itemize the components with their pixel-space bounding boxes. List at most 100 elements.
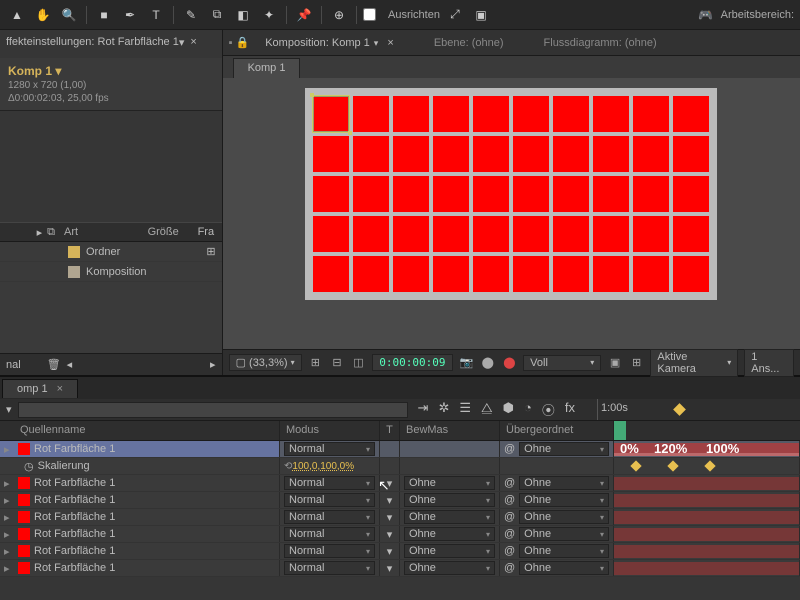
- col-size[interactable]: Größe: [148, 226, 198, 238]
- layer-square[interactable]: [673, 216, 709, 252]
- project-item-folder[interactable]: Ordner ⊞: [0, 242, 222, 262]
- layer-square[interactable]: [313, 216, 349, 252]
- layer-square[interactable]: [313, 256, 349, 292]
- quality-dropdown[interactable]: Voll▾: [523, 355, 601, 371]
- layer-square[interactable]: [553, 96, 589, 132]
- layer-square[interactable]: [633, 216, 669, 252]
- layer-square[interactable]: [473, 176, 509, 212]
- blend-mode-dropdown[interactable]: Normal▾: [284, 544, 375, 558]
- visibility-icon[interactable]: ▸: [4, 511, 14, 524]
- channel-icon[interactable]: ⬤: [480, 355, 496, 371]
- blend-mode-dropdown[interactable]: Normal▾: [284, 493, 375, 507]
- rect-tool[interactable]: ■: [93, 4, 115, 26]
- visibility-icon[interactable]: ▸: [4, 494, 14, 507]
- blend-mode-dropdown[interactable]: Normal▾: [284, 561, 375, 575]
- pickwhip-icon[interactable]: @: [504, 562, 515, 574]
- trackmatte-cell[interactable]: ▾: [380, 526, 400, 542]
- parent-dropdown[interactable]: Ohne▾: [519, 527, 609, 541]
- trackmatte-dropdown[interactable]: Ohne▾: [404, 527, 495, 541]
- layer-square[interactable]: [513, 136, 549, 172]
- snapshot-icon[interactable]: 📷: [459, 355, 475, 371]
- layer-square[interactable]: [433, 96, 469, 132]
- time-marker[interactable]: [673, 403, 686, 416]
- col-fr[interactable]: Fra: [198, 226, 222, 238]
- layer-bar[interactable]: [614, 562, 799, 575]
- layer-square[interactable]: [633, 176, 669, 212]
- timeline-search-input[interactable]: [18, 402, 408, 418]
- effects-icon[interactable]: fx: [565, 400, 575, 419]
- layer-square[interactable]: [473, 96, 509, 132]
- layer-square[interactable]: [593, 256, 629, 292]
- search-dropdown-icon[interactable]: ▾: [0, 403, 18, 416]
- layer-row[interactable]: ▸Rot Farbfläche 1Normal▾▾Ohne▾@Ohne▾: [0, 492, 800, 509]
- layer-track[interactable]: [614, 543, 800, 559]
- tab-layer[interactable]: Ebene: (ohne): [434, 37, 504, 49]
- layer-square[interactable]: [513, 96, 549, 132]
- tag-icon[interactable]: ⧉: [47, 226, 55, 239]
- header-mode[interactable]: Modus: [280, 421, 380, 440]
- controller-icon[interactable]: 🎮: [695, 4, 717, 26]
- layer-bar[interactable]: [614, 528, 799, 541]
- trackmatte-dropdown[interactable]: Ohne▾: [404, 544, 495, 558]
- header-sourcename[interactable]: Quellenname: [0, 421, 280, 440]
- parent-dropdown[interactable]: Ohne▾: [519, 561, 609, 575]
- parent-dropdown[interactable]: Ohne▾: [519, 510, 609, 524]
- layer-square[interactable]: [513, 216, 549, 252]
- project-item-comp[interactable]: Komposition: [0, 262, 222, 282]
- parent-dropdown[interactable]: Ohne▾: [519, 476, 609, 490]
- tab-flowchart[interactable]: Flussdiagramm: (ohne): [544, 37, 657, 49]
- layer-square[interactable]: [673, 176, 709, 212]
- layer-square[interactable]: [553, 136, 589, 172]
- layer-square-selected[interactable]: [313, 96, 349, 132]
- trackmatte-cell[interactable]: ▾: [380, 475, 400, 491]
- brush-tool[interactable]: ✎: [180, 4, 202, 26]
- trackmatte-dropdown[interactable]: Ohne▾: [404, 476, 495, 490]
- layer-square[interactable]: [553, 216, 589, 252]
- pickwhip-icon[interactable]: @: [504, 528, 515, 540]
- hand-tool[interactable]: ✋: [32, 4, 54, 26]
- layer-square[interactable]: [433, 136, 469, 172]
- 3d-icon[interactable]: ⊞: [629, 355, 645, 371]
- brain-icon[interactable]: ⬢: [503, 400, 514, 419]
- trackmatte-cell[interactable]: ▾: [380, 560, 400, 576]
- motion-blur-icon[interactable]: ⧋: [481, 400, 493, 419]
- scroll-left-icon[interactable]: ◂: [67, 358, 73, 371]
- layer-square[interactable]: [433, 176, 469, 212]
- snap-icon[interactable]: ⤢: [444, 4, 466, 26]
- trash-icon[interactable]: 🗑: [47, 358, 61, 371]
- layer-square[interactable]: [593, 216, 629, 252]
- text-tool[interactable]: T: [145, 4, 167, 26]
- visibility-icon[interactable]: ▸: [4, 562, 14, 575]
- selection-tool[interactable]: ▲: [6, 4, 28, 26]
- comp-name[interactable]: Komp 1 ▾: [8, 64, 214, 78]
- keyframe-icon[interactable]: [704, 460, 715, 471]
- timeline-tab[interactable]: omp 1 ×: [2, 379, 78, 398]
- work-area-start[interactable]: [614, 421, 626, 440]
- header-bewmas[interactable]: BewMas: [400, 421, 500, 440]
- layer-square[interactable]: [433, 216, 469, 252]
- pickwhip-icon[interactable]: @: [504, 443, 515, 455]
- layer-square[interactable]: [313, 136, 349, 172]
- shy-icon[interactable]: ⇥: [418, 400, 429, 419]
- layer-square[interactable]: [513, 176, 549, 212]
- time-ruler[interactable]: 1:00s: [585, 399, 800, 420]
- trackmatte-dropdown[interactable]: Ohne▾: [404, 493, 495, 507]
- pen-tool[interactable]: ✒: [119, 4, 141, 26]
- anchor-tool[interactable]: ⊕: [328, 4, 350, 26]
- layer-square[interactable]: [393, 136, 429, 172]
- comp-subtab[interactable]: Komp 1: [233, 58, 301, 78]
- layer-square[interactable]: [473, 216, 509, 252]
- layer-square[interactable]: [433, 256, 469, 292]
- keyframe-icon[interactable]: [667, 460, 678, 471]
- layer-square[interactable]: [353, 136, 389, 172]
- align-checkbox[interactable]: [363, 8, 376, 21]
- parent-dropdown[interactable]: Ohne▾: [519, 442, 609, 456]
- layer-square[interactable]: [593, 136, 629, 172]
- layer-row[interactable]: ▸Rot Farbfläche 1Normal▾▾Ohne▾@Ohne▾: [0, 475, 800, 492]
- zoom-dropdown[interactable]: ▢ (33,3%) ▾: [229, 354, 302, 371]
- zoom-tool[interactable]: 🔍: [58, 4, 80, 26]
- visibility-icon[interactable]: ▸: [4, 477, 14, 490]
- layer-square[interactable]: [673, 136, 709, 172]
- blend-mode-dropdown[interactable]: Normal▾: [284, 510, 375, 524]
- eraser-tool[interactable]: ◧: [232, 4, 254, 26]
